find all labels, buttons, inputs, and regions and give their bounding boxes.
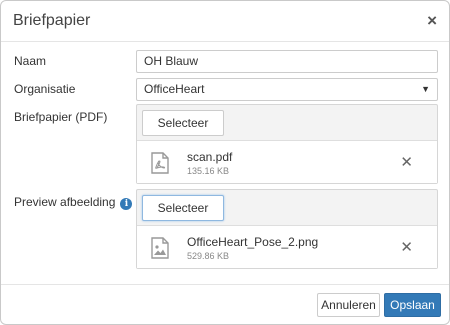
organisatie-select[interactable]: OfficeHeart ▼	[136, 78, 438, 101]
file-item: OfficeHeart_Pose_2.png 529.86 KB ✕	[137, 225, 437, 268]
pdf-file-icon	[151, 152, 169, 179]
preview-label: Preview afbeelding i	[14, 195, 133, 210]
file-size: 529.86 KB	[187, 251, 230, 261]
info-icon[interactable]: i	[120, 198, 133, 210]
preview-toolbar: Selecteer	[137, 190, 437, 225]
file-name: OfficeHeart_Pose_2.png	[187, 235, 319, 249]
remove-file-icon[interactable]: ✕	[400, 238, 413, 256]
dialog-header: Briefpapier ×	[1, 1, 449, 42]
organisatie-label: Organisatie	[14, 82, 76, 96]
remove-file-icon[interactable]: ✕	[400, 153, 413, 171]
briefpapier-select-button[interactable]: Selecteer	[142, 110, 224, 136]
file-item: scan.pdf 135.16 KB ✕	[137, 140, 437, 183]
file-size: 135.16 KB	[187, 166, 230, 176]
dialog: Briefpapier × Naam OH Blauw Organisatie …	[0, 0, 450, 325]
naam-label: Naam	[14, 54, 47, 68]
briefpapier-label: Briefpapier (PDF)	[14, 110, 108, 124]
organisatie-value: OfficeHeart	[144, 82, 205, 96]
chevron-down-icon: ▼	[421, 84, 430, 94]
naam-value: OH Blauw	[144, 54, 199, 68]
dialog-title: Briefpapier	[13, 12, 91, 29]
dialog-footer: Annuleren Opslaan	[1, 284, 449, 324]
image-file-icon	[151, 237, 169, 264]
file-name: scan.pdf	[187, 150, 233, 164]
preview-label-text: Preview afbeelding	[14, 195, 116, 209]
save-button[interactable]: Opslaan	[384, 293, 441, 317]
briefpapier-upload: Selecteer scan.pdf 135.16 KB ✕	[136, 104, 438, 184]
naam-input[interactable]: OH Blauw	[136, 50, 438, 73]
cancel-button[interactable]: Annuleren	[317, 293, 380, 317]
preview-select-button[interactable]: Selecteer	[142, 195, 224, 221]
preview-upload: Selecteer OfficeHeart_Pose_2.png 529.86 …	[136, 189, 438, 269]
briefpapier-toolbar: Selecteer	[137, 105, 437, 140]
close-icon[interactable]: ×	[427, 12, 437, 29]
